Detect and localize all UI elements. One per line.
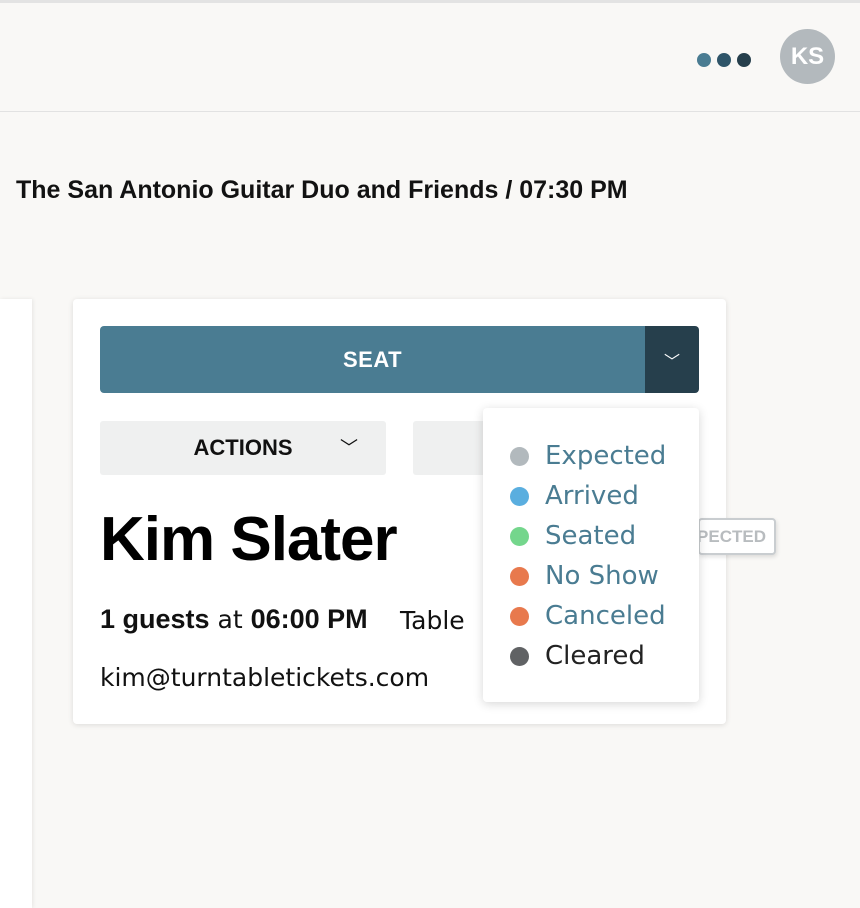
status-option-canceled[interactable]: Canceled: [483, 596, 699, 636]
status-option-label: Canceled: [545, 601, 666, 631]
at-word: at: [217, 605, 243, 634]
more-dots-icon[interactable]: [697, 53, 751, 67]
status-dot-icon: [510, 566, 529, 586]
status-option-label: Arrived: [545, 481, 639, 511]
status-option-no-show[interactable]: No Show: [483, 556, 699, 596]
status-dot-icon: [510, 446, 529, 466]
menu-dot: [717, 53, 731, 67]
seat-button[interactable]: SEAT: [100, 326, 645, 393]
status-option-expected[interactable]: Expected: [483, 436, 699, 476]
table-info: Table: [400, 606, 465, 635]
status-option-cleared[interactable]: Cleared: [483, 636, 699, 676]
page-title: The San Antonio Guitar Duo and Friends /…: [16, 176, 628, 204]
left-panel: [0, 299, 32, 908]
status-dot-icon: [510, 526, 529, 546]
chevron-down-icon: ﹀: [663, 351, 680, 371]
status-dropdown-menu: Expected Arrived Seated No Show Canceled…: [483, 408, 699, 702]
status-option-arrived[interactable]: Arrived: [483, 476, 699, 516]
reservation-time: 06:00 PM: [250, 604, 368, 634]
status-option-label: Seated: [545, 521, 637, 551]
guest-name: Kim Slater: [100, 505, 398, 574]
seat-status-toggle[interactable]: ﹀: [645, 326, 699, 393]
status-dot-icon: [510, 486, 529, 506]
actions-button[interactable]: ACTIONS ﹀: [100, 421, 386, 475]
status-option-seated[interactable]: Seated: [483, 516, 699, 556]
status-option-label: Cleared: [545, 641, 645, 671]
chevron-down-icon: ﹀: [340, 438, 358, 458]
menu-dot: [737, 53, 751, 67]
menu-dot: [697, 53, 711, 67]
guests-info: 1 guests at 06:00 PM: [100, 604, 368, 635]
status-option-label: Expected: [545, 441, 667, 471]
status-dot-icon: [510, 646, 529, 666]
guest-count: 1 guests: [100, 604, 210, 634]
top-bar: KS: [0, 3, 860, 112]
guest-email: kim@turntabletickets.com: [100, 663, 430, 692]
avatar[interactable]: KS: [780, 29, 835, 84]
actions-label: ACTIONS: [193, 435, 293, 460]
status-badge: EXPECTED: [698, 518, 776, 555]
status-option-label: No Show: [545, 561, 659, 591]
status-dot-icon: [510, 606, 529, 626]
